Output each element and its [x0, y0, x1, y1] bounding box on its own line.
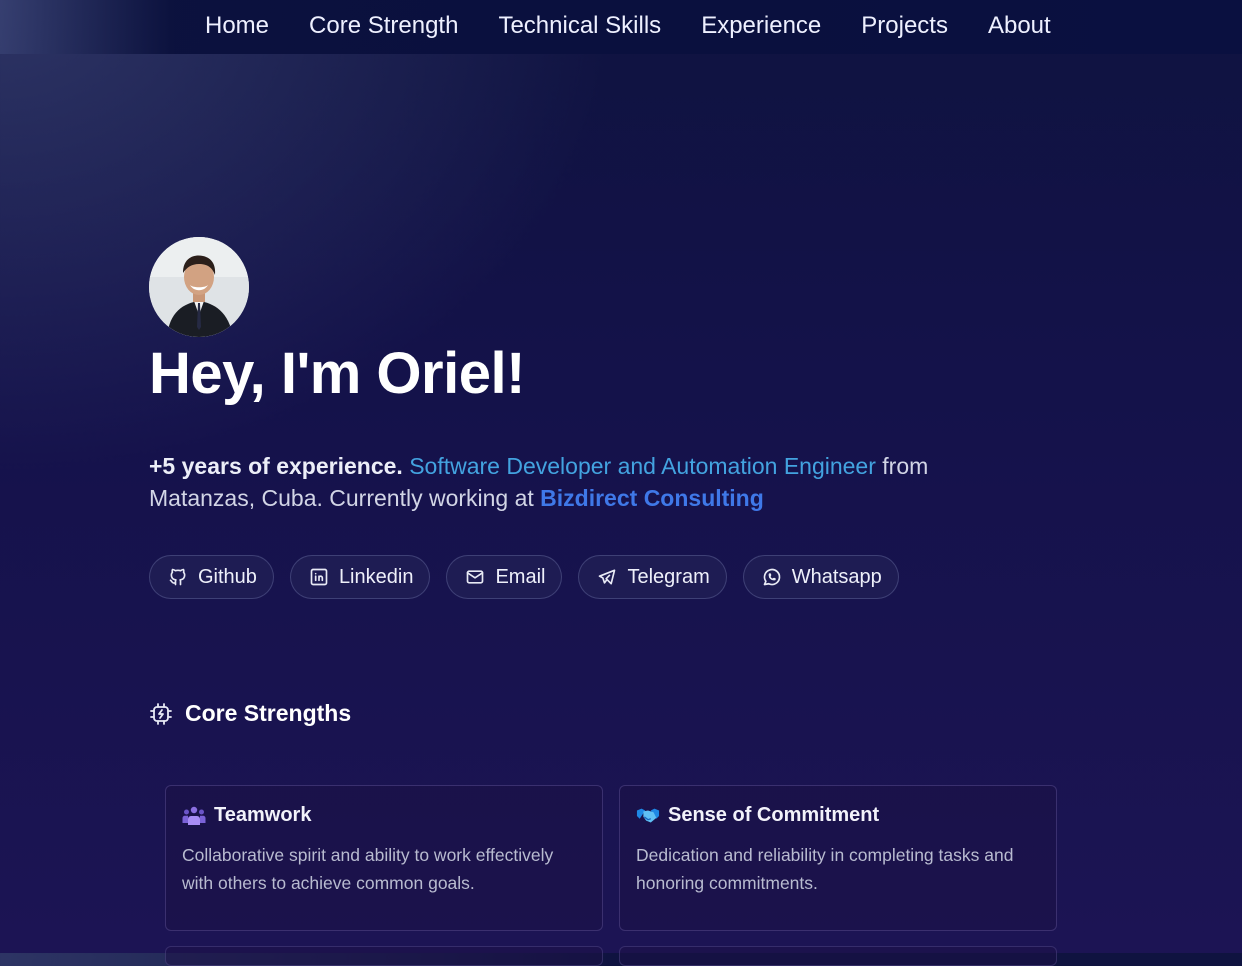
telegram-button[interactable]: Telegram	[578, 555, 727, 599]
telegram-label: Telegram	[627, 565, 710, 588]
card-description: Collaborative spirit and ability to work…	[182, 845, 554, 893]
strength-card-commitment: Sense of Commitment Dedication and relia…	[619, 785, 1057, 931]
strength-card-partial	[165, 946, 603, 966]
github-icon	[169, 568, 186, 586]
card-description: Dedication and reliability in completing…	[636, 845, 1014, 893]
whatsapp-button[interactable]: Whatsapp	[742, 555, 899, 599]
whatsapp-label: Whatsapp	[791, 565, 882, 588]
email-label: Email	[495, 565, 546, 588]
experience-highlight: +5 years of experience.	[149, 453, 403, 479]
nav-menu: Home Core Strength Technical Skills Expe…	[205, 12, 1091, 40]
nav-item-about[interactable]: About	[988, 12, 1051, 40]
whatsapp-icon	[763, 568, 781, 586]
core-strengths-header: Core Strengths	[149, 700, 351, 727]
card-header: Teamwork	[182, 804, 586, 827]
company-link[interactable]: Bizdirect Consulting	[540, 485, 764, 511]
send-icon	[599, 569, 616, 585]
strength-card-teamwork: Teamwork Collaborative spirit and abilit…	[165, 785, 603, 931]
card-header: Sense of Commitment	[636, 804, 1040, 827]
profile-photo	[149, 237, 249, 337]
nav-item-home[interactable]: Home	[205, 12, 269, 40]
email-button[interactable]: Email	[446, 555, 563, 599]
top-navigation: Home Core Strength Technical Skills Expe…	[0, 0, 1242, 54]
github-button[interactable]: Github	[149, 555, 274, 599]
cpu-bolt-icon	[150, 702, 172, 725]
nav-item-experience[interactable]: Experience	[701, 12, 821, 40]
linkedin-button[interactable]: Linkedin	[289, 555, 431, 599]
hero-title: Hey, I'm Oriel!	[149, 341, 525, 406]
github-label: Github	[198, 565, 257, 588]
nav-item-projects[interactable]: Projects	[861, 12, 948, 40]
nav-item-core-strength[interactable]: Core Strength	[309, 12, 458, 40]
card-title: Teamwork	[214, 804, 312, 826]
linkedin-label: Linkedin	[338, 565, 414, 588]
linkedin-icon	[310, 568, 328, 586]
nav-item-technical-skills[interactable]: Technical Skills	[498, 12, 661, 40]
section-title: Core Strengths	[185, 700, 352, 726]
mail-icon	[467, 570, 484, 584]
social-links: Github Linkedin Email Telegram Whatsapp	[149, 555, 915, 599]
card-title: Sense of Commitment	[668, 804, 880, 826]
team-icon	[182, 806, 206, 825]
intro-text: +5 years of experience. Software Develop…	[149, 450, 989, 514]
avatar	[149, 237, 249, 337]
role-highlight: Software Developer and Automation Engine…	[409, 453, 876, 479]
strength-card-partial	[619, 946, 1057, 966]
handshake-icon	[636, 808, 660, 822]
